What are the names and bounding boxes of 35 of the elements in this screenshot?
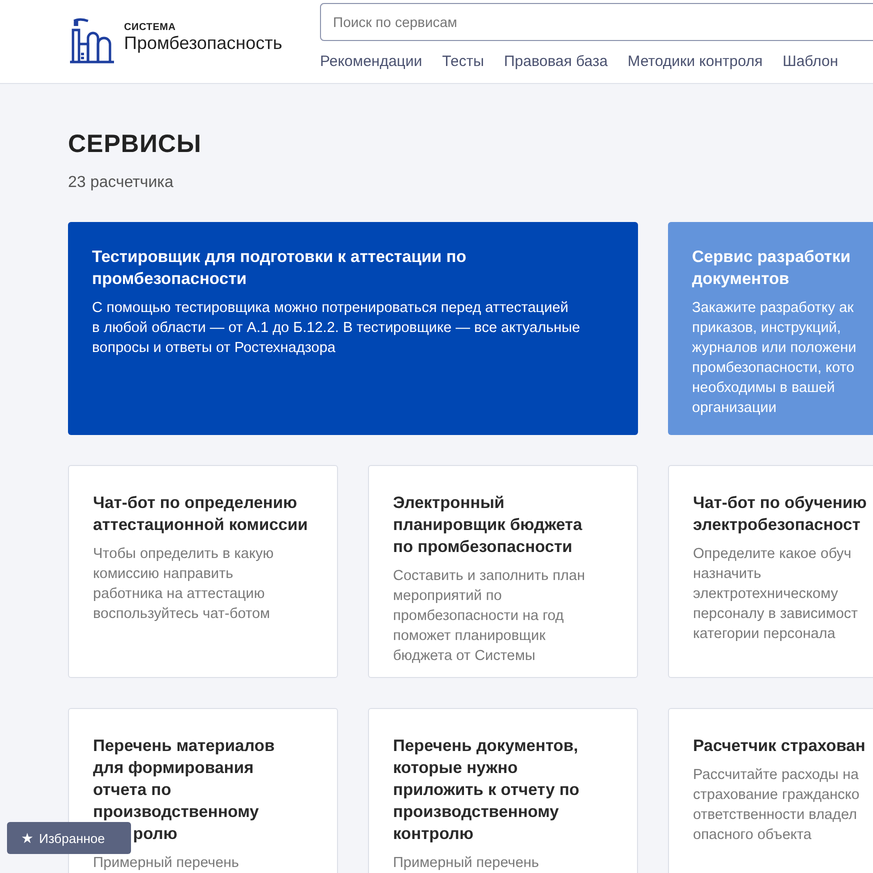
card-description: Примерный перечень bbox=[393, 854, 540, 873]
service-count: 23 расчетчика bbox=[68, 174, 174, 192]
service-card[interactable]: Чат-бот по определению аттестационной комиссии Чтобы определить в какую комиссию направить работника на аттестацию воспользуйтесь чат-ботом bbox=[68, 465, 338, 678]
nav-link[interactable]: Тесты bbox=[442, 53, 484, 70]
card-title-fragment: ролю bbox=[133, 825, 178, 843]
service-card[interactable]: Чат-бот по обучению электробезопасност Определите какое обуч назначить электротехническому персоналу в зависимост категории персонала bbox=[668, 465, 873, 678]
nav-link[interactable]: Методики контроля bbox=[628, 53, 763, 70]
card-description: Чтобы определить в какую комиссию направить работника на аттестацию воспользуйтесь чат-ботом bbox=[93, 545, 275, 624]
card-description: С помощью тестировщика можно потренироваться перед аттестацией в любой области — от А.1 до Б.12.2. В тестировщике — все актуальные вопросы и ответы от Ростехнадзора bbox=[92, 299, 582, 358]
nav-link[interactable]: Шаблон bbox=[782, 53, 838, 70]
card-title: Сервис разработки документов bbox=[692, 247, 852, 290]
nav-link[interactable]: Рекомендации bbox=[320, 53, 422, 70]
card-description: Закажите разработку ак приказов, инструкций, журналов или положени промбезопасности, кото необходимы в вашей организации bbox=[692, 299, 858, 418]
service-card[interactable]: Расчетчик страхован Рассчитайте расходы на страхование гражданско ответственности владел опасного объекта bbox=[668, 708, 873, 873]
factory-logo-icon bbox=[68, 18, 116, 64]
logo-subtitle: СИСТЕМА bbox=[124, 22, 177, 33]
page-title: СЕРВИСЫ bbox=[68, 129, 202, 160]
card-title: Электронный планировщик бюджета по промбезопасности bbox=[393, 493, 584, 558]
logo-title: Промбезопасность bbox=[124, 33, 282, 54]
card-title: Чат-бот по определению аттестационной комиссии bbox=[93, 493, 309, 536]
star-icon: ★ bbox=[21, 831, 34, 845]
card-title: Расчетчик страхован bbox=[693, 736, 866, 757]
service-card[interactable]: Перечень документов, которые нужно приложить к отчету по производственному контролю Примерный перечень bbox=[368, 708, 638, 873]
card-description: Примерный перечень bbox=[93, 854, 240, 873]
card-title: Тестировщик для подготовки к аттестации по промбезопасности bbox=[92, 247, 468, 290]
favorites-button[interactable]: ★ Избранное bbox=[7, 822, 131, 854]
service-card[interactable] bbox=[68, 222, 638, 435]
card-description: Определите какое обуч назначить электротехническому персоналу в зависимост категории персонала bbox=[693, 545, 859, 644]
nav-link[interactable]: Правовая база bbox=[504, 53, 608, 70]
search-field[interactable]: Поиск по сервисам bbox=[320, 3, 873, 41]
card-title: Чат-бот по обучению электробезопасност bbox=[693, 493, 868, 536]
card-description: Составить и заполнить план мероприятий по промбезопасности на год поможет планировщик бюджета от Системы bbox=[393, 567, 586, 666]
card-description: Рассчитайте расходы на страхование гражданско ответственности владел опасного объекта bbox=[693, 766, 860, 845]
service-card[interactable]: Электронный планировщик бюджета по промбезопасности Составить и заполнить план мероприятий по промбезопасности на год поможет планировщик бюджета от Системы bbox=[368, 465, 638, 678]
card-title: Перечень документов, которые нужно приложить к отчету по производственному контролю bbox=[393, 736, 580, 845]
